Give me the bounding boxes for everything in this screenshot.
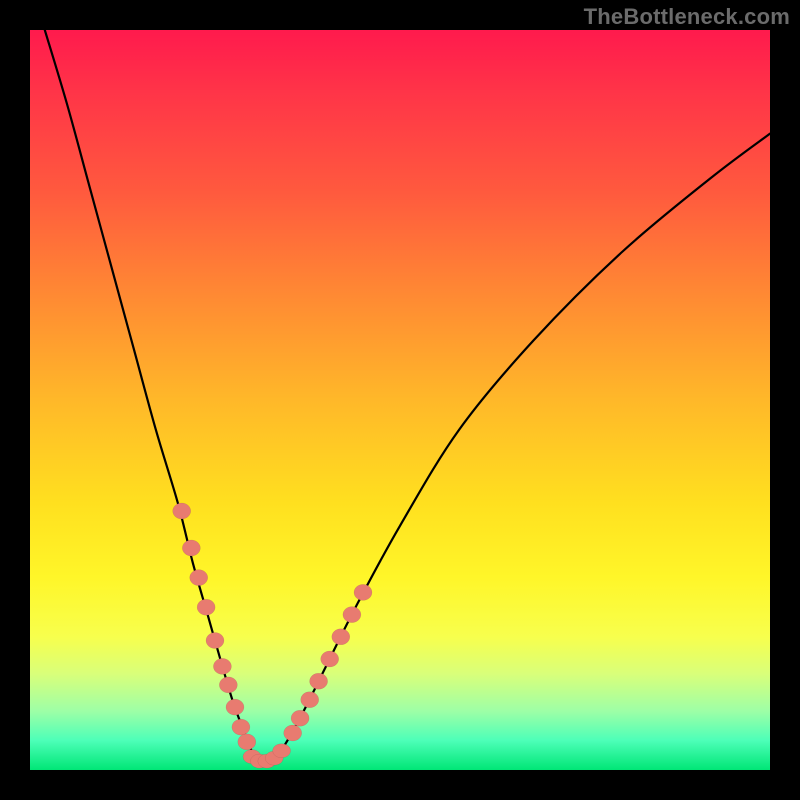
plot-area: [30, 30, 770, 770]
bottleneck-curve: [45, 30, 770, 763]
bead-left-6: [219, 677, 237, 693]
bead-bottom-4: [273, 744, 291, 758]
bead-group: [173, 503, 372, 768]
bead-left-1: [182, 540, 200, 556]
bead-left-8: [232, 719, 250, 735]
bead-right-7: [354, 584, 372, 600]
bead-right-5: [332, 629, 350, 645]
bead-left-2: [190, 570, 208, 586]
bead-right-4: [321, 651, 339, 667]
bead-right-0: [284, 725, 302, 741]
bead-left-9: [238, 734, 256, 750]
bead-left-7: [226, 699, 244, 715]
bead-right-3: [310, 673, 328, 689]
outer-frame: TheBottleneck.com: [0, 0, 800, 800]
bead-left-4: [206, 633, 224, 649]
bead-right-2: [301, 692, 319, 708]
watermark-text: TheBottleneck.com: [584, 4, 790, 30]
bead-left-5: [213, 658, 231, 674]
bead-left-0: [173, 503, 191, 519]
bead-right-1: [291, 710, 309, 726]
bead-right-6: [343, 607, 361, 623]
chart-svg: [30, 30, 770, 770]
bead-left-3: [197, 599, 215, 615]
